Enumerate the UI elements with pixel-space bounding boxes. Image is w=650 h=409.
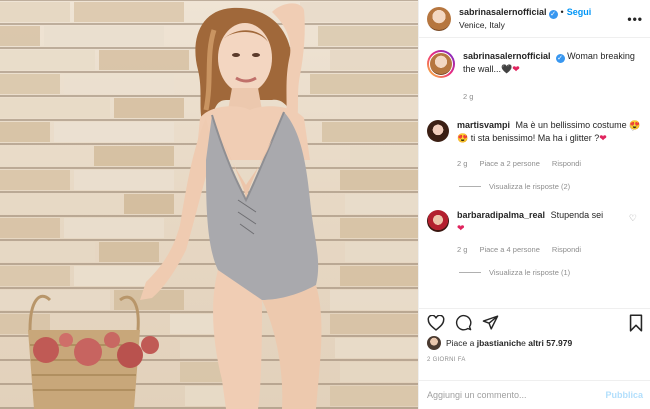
bookmark-icon[interactable] (629, 313, 643, 332)
black-heart-emoji: 🖤 (501, 64, 513, 74)
view-replies-label: Visualizza le risposte (1) (489, 268, 571, 277)
caption-avatar-ring[interactable] (427, 50, 455, 78)
likes-prefix: Piace a (446, 338, 475, 348)
likes-summary[interactable]: Piace a jbastianich e altri 57.979 (427, 336, 572, 350)
red-heart-emoji: ❤ (512, 64, 520, 74)
comment-likes[interactable]: Piace a 2 persone (479, 157, 539, 170)
comment-time[interactable]: 2 g (457, 243, 467, 256)
more-icon[interactable]: ••• (627, 12, 643, 26)
verified-badge-icon: ✓ (548, 10, 558, 19)
likes-middle: e (521, 338, 526, 348)
post-caption: sabrinasalernofficial ✓ Woman breaking th… (419, 50, 650, 103)
commenter-avatar[interactable] (427, 120, 449, 142)
comments-list: sabrinasalernofficial ✓ Woman breaking th… (419, 50, 650, 279)
like-comment-icon[interactable]: ♡ (629, 213, 637, 224)
commenter-avatar[interactable] (427, 210, 449, 232)
post-photo[interactable] (0, 0, 418, 409)
publish-button[interactable]: Pubblica (605, 390, 643, 400)
caption-time[interactable]: 2 g (463, 90, 473, 103)
view-replies-button[interactable]: Visualizza le risposte (2) (459, 180, 643, 193)
photo-scene (0, 2, 418, 409)
add-comment-bar: Pubblica (419, 380, 650, 409)
comment-username[interactable]: martisvampi (457, 120, 510, 130)
comment-input[interactable] (427, 390, 606, 400)
separator-dot: • (560, 7, 564, 17)
comment-time[interactable]: 2 g (457, 157, 467, 170)
red-heart-emoji: ❤ (457, 223, 465, 233)
caption-username[interactable]: sabrinasalernofficial (463, 51, 551, 61)
comment-text: Stupenda sei (550, 210, 604, 220)
replies-divider (459, 272, 481, 273)
view-replies-button[interactable]: Visualizza le risposte (1) (459, 266, 643, 279)
like-comment-icon[interactable]: ♡ (629, 123, 637, 134)
reply-button[interactable]: Rispondi (552, 243, 581, 256)
follow-button[interactable]: Segui (567, 7, 592, 17)
share-icon[interactable] (482, 314, 499, 331)
replies-divider (459, 186, 481, 187)
comment-likes[interactable]: Piace a 4 persone (479, 243, 539, 256)
red-heart-emoji: ❤ (599, 133, 607, 143)
liker-avatar (427, 336, 441, 350)
author-username[interactable]: sabrinasalernofficial (459, 7, 547, 17)
likes-user[interactable]: jbastianich (477, 338, 521, 348)
post-actions (419, 308, 650, 336)
heart-icon[interactable] (427, 314, 445, 331)
comment-item: martisvampi Ma è un bellissimo costume 😍… (419, 119, 650, 193)
comment-item: barbaradipalma_real Stupenda sei ❤ 2 g P… (419, 209, 650, 279)
verified-badge-icon: ✓ (555, 54, 565, 63)
comment-icon[interactable] (455, 314, 472, 331)
caption-avatar (429, 52, 453, 76)
reply-button[interactable]: Rispondi (552, 157, 581, 170)
likes-others[interactable]: altri 57.979 (528, 338, 572, 348)
post-location[interactable]: Venice, Italy (459, 19, 627, 31)
post-side-panel: sabrinasalernofficial ✓ • Segui Venice, Ita… (418, 0, 650, 409)
view-replies-label: Visualizza le risposte (2) (489, 182, 571, 191)
author-avatar[interactable] (427, 6, 451, 31)
post-header: sabrinasalernofficial ✓ • Segui Venice, Ita… (419, 0, 650, 38)
comment-username[interactable]: barbaradipalma_real (457, 210, 545, 220)
post-date[interactable]: 2 GIORNI FA (427, 357, 466, 363)
